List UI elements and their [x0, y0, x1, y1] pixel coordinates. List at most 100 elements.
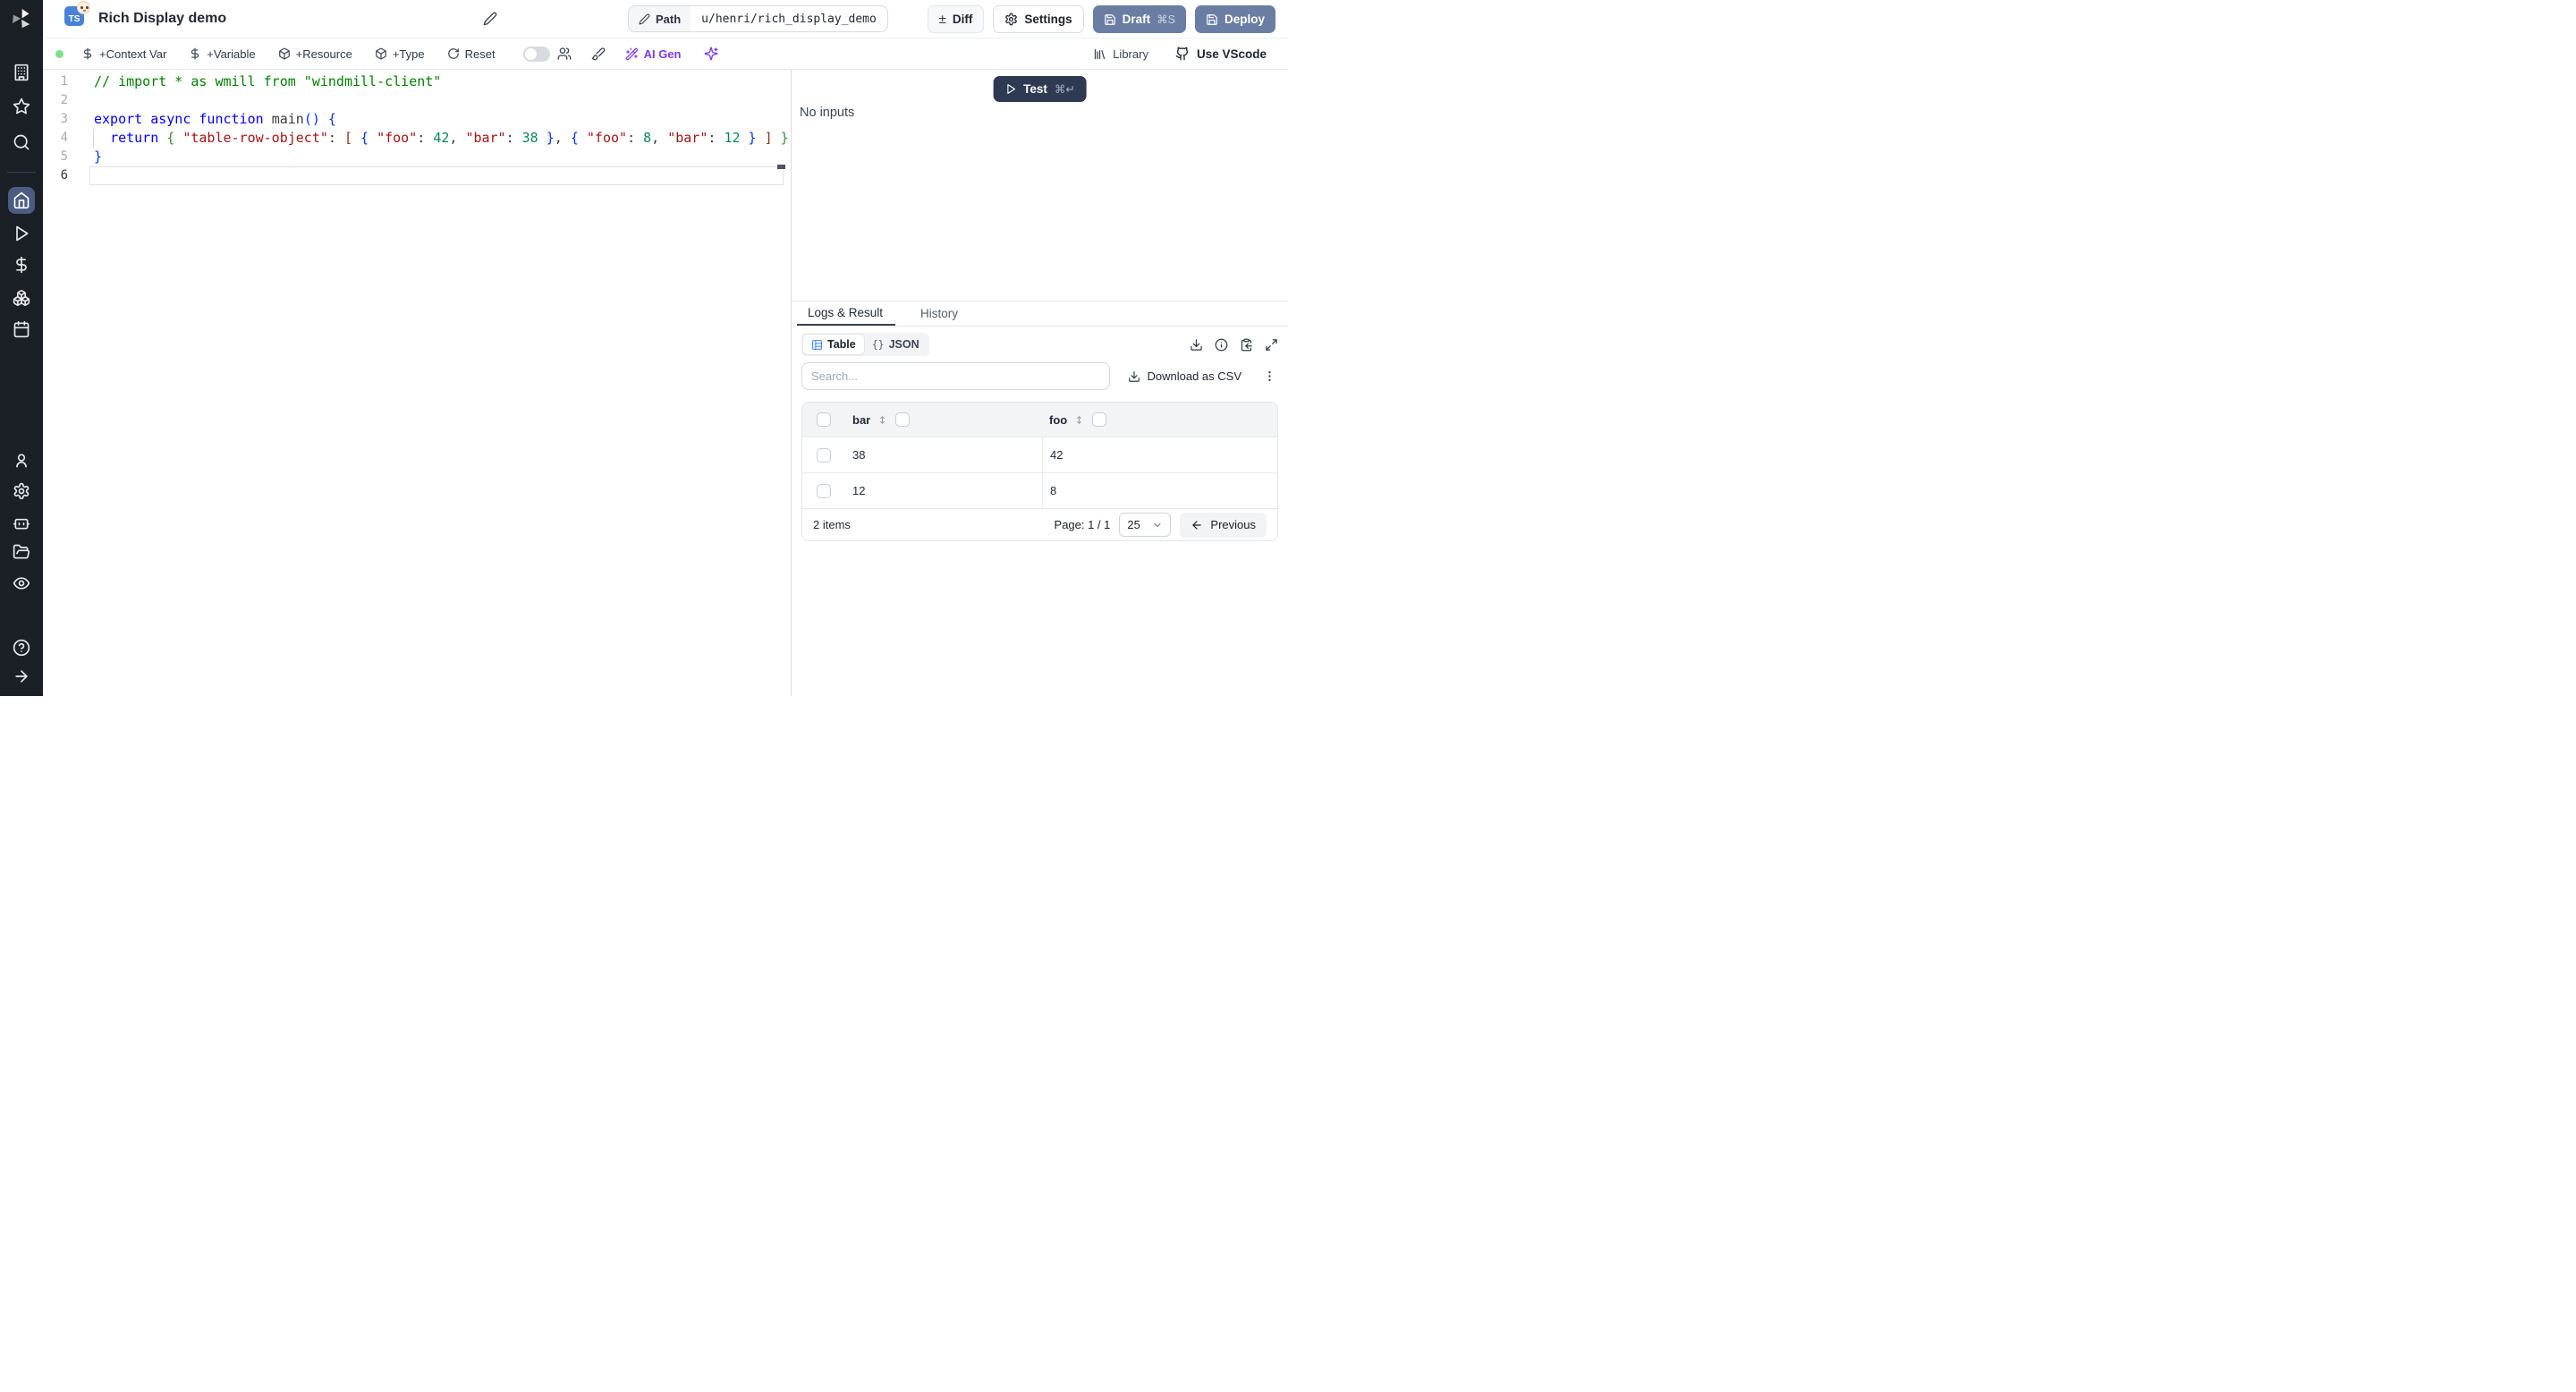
reset-button[interactable]: Reset — [447, 47, 496, 61]
plus-minus-icon: ± — [938, 12, 946, 27]
current-line-highlight — [89, 166, 784, 185]
help-icon[interactable] — [13, 639, 30, 657]
test-shortcut: ⌘↵ — [1054, 83, 1075, 96]
variables-dollar-icon[interactable] — [13, 256, 30, 274]
add-resource-button[interactable]: +Resource — [278, 47, 352, 61]
download-csv-button[interactable]: Download as CSV — [1128, 369, 1241, 383]
settings-gear-icon[interactable] — [13, 482, 30, 500]
column-toggle-checkbox[interactable] — [895, 412, 911, 427]
context-var-label: +Context Var — [99, 47, 167, 61]
result-table: bar foo 38 42 12 8 2 items Page: 1 / 1 2… — [801, 402, 1278, 541]
folders-icon[interactable] — [13, 543, 30, 561]
json-segment-label: JSON — [888, 338, 919, 351]
add-type-button[interactable]: +Type — [375, 47, 425, 61]
variable-label: +Variable — [207, 47, 256, 61]
column-header-bar[interactable]: bar — [845, 403, 1042, 437]
tab-logs-result[interactable]: Logs & Result — [797, 301, 896, 326]
sidebar-item-home[interactable] — [8, 187, 35, 214]
line-number: 6 — [60, 168, 68, 182]
refresh-icon — [447, 48, 459, 59]
user-icon[interactable] — [13, 452, 30, 470]
chevron-down-icon — [1154, 522, 1161, 527]
sparkles-icon[interactable] — [704, 47, 718, 61]
workspace-icon[interactable] — [13, 64, 30, 81]
resources-boxes-icon[interactable] — [13, 289, 30, 307]
magic-wand-icon — [625, 47, 638, 60]
column-label: foo — [1049, 412, 1068, 427]
sort-icon[interactable] — [1073, 414, 1085, 426]
path-label-segment: Path — [629, 6, 691, 31]
arrow-left-icon — [1192, 520, 1202, 530]
use-vscode-label: Use VScode — [1196, 47, 1267, 61]
ai-gen-button[interactable]: AI Gen — [625, 47, 682, 61]
view-table-segment[interactable]: Table — [803, 335, 864, 354]
gear-icon — [1005, 13, 1018, 26]
box-icon — [376, 47, 386, 60]
table-cell: 8 — [1042, 473, 1277, 508]
draft-button[interactable]: Draft ⌘S — [1092, 5, 1186, 33]
add-variable-button[interactable]: +Variable — [189, 47, 256, 61]
users-icon[interactable] — [557, 47, 572, 61]
line-number: 5 — [60, 149, 68, 164]
settings-button[interactable]: Settings — [993, 5, 1084, 33]
info-icon[interactable] — [1215, 338, 1228, 352]
search-input[interactable] — [801, 362, 1110, 390]
schedules-calendar-icon[interactable] — [13, 320, 30, 338]
select-all-checkbox[interactable] — [817, 412, 831, 427]
row-checkbox[interactable] — [817, 447, 831, 463]
library-button[interactable]: Library — [1093, 47, 1148, 61]
sort-icon[interactable] — [877, 414, 888, 426]
table-row[interactable]: 38 42 — [802, 437, 1277, 472]
table-segment-label: Table — [827, 338, 856, 351]
view-json-segment[interactable]: {} JSON — [864, 335, 928, 354]
script-emoji-icon — [77, 1, 90, 14]
runs-play-icon[interactable] — [13, 225, 30, 242]
format-brush-icon[interactable] — [591, 47, 606, 61]
path-label: Path — [656, 12, 682, 26]
table-row[interactable]: 12 8 — [802, 472, 1277, 508]
add-context-var-button[interactable]: +Context Var — [81, 47, 166, 61]
results-tabs: Logs & Result History — [792, 301, 1288, 327]
copy-clipboard-icon[interactable] — [1240, 338, 1253, 352]
settings-label: Settings — [1024, 13, 1072, 26]
expand-icon[interactable] — [1265, 338, 1278, 352]
windmill-logo-icon[interactable] — [10, 7, 33, 30]
use-vscode-button[interactable]: Use VScode — [1175, 47, 1267, 61]
resource-label: +Resource — [295, 47, 352, 61]
page-size-select[interactable]: 25 — [1119, 513, 1172, 537]
row-checkbox[interactable] — [817, 483, 831, 498]
page-title: Rich Display demo — [98, 11, 227, 26]
code-line: // import * as wmill from "windmill-clie… — [94, 73, 442, 89]
path-chip[interactable]: Path u/henri/rich_display_demo — [628, 5, 888, 32]
deploy-button[interactable]: Deploy — [1194, 5, 1275, 33]
search-icon[interactable] — [13, 133, 30, 151]
path-value: u/henri/rich_display_demo — [701, 12, 877, 26]
table-cell: 12 — [852, 484, 866, 497]
line-number: 4 — [60, 131, 68, 145]
diff-mode-toggle[interactable] — [522, 46, 550, 62]
download-result-icon[interactable] — [1190, 338, 1203, 352]
tab-history[interactable]: History — [919, 301, 960, 326]
expand-arrow-icon[interactable] — [13, 667, 30, 685]
deploy-label: Deploy — [1224, 13, 1265, 26]
github-icon — [1175, 47, 1188, 61]
test-button[interactable]: Test ⌘↵ — [993, 76, 1087, 102]
workers-robot-icon[interactable] — [13, 514, 30, 531]
editor-toolbar: +Context Var +Variable +Resource +Type R… — [43, 38, 1288, 70]
audit-eye-icon[interactable] — [13, 574, 30, 592]
dollar-icon — [83, 47, 92, 60]
draft-shortcut: ⌘S — [1157, 13, 1175, 26]
column-toggle-checkbox[interactable] — [1092, 412, 1107, 427]
more-options-kebab-icon[interactable] — [1263, 369, 1276, 383]
table-header-row: bar foo — [802, 403, 1277, 437]
save-icon — [1207, 13, 1217, 25]
favorites-star-icon[interactable] — [13, 98, 30, 115]
library-icon — [1095, 48, 1106, 59]
column-header-foo[interactable]: foo — [1042, 403, 1277, 437]
code-editor[interactable]: 1 // import * as wmill from "windmill-cli… — [43, 70, 791, 696]
previous-page-button[interactable]: Previous — [1180, 512, 1267, 538]
column-label: bar — [852, 412, 871, 427]
diff-button[interactable]: ± Diff — [927, 5, 985, 33]
play-icon — [1006, 84, 1015, 94]
edit-title-pencil-icon[interactable] — [483, 12, 497, 26]
